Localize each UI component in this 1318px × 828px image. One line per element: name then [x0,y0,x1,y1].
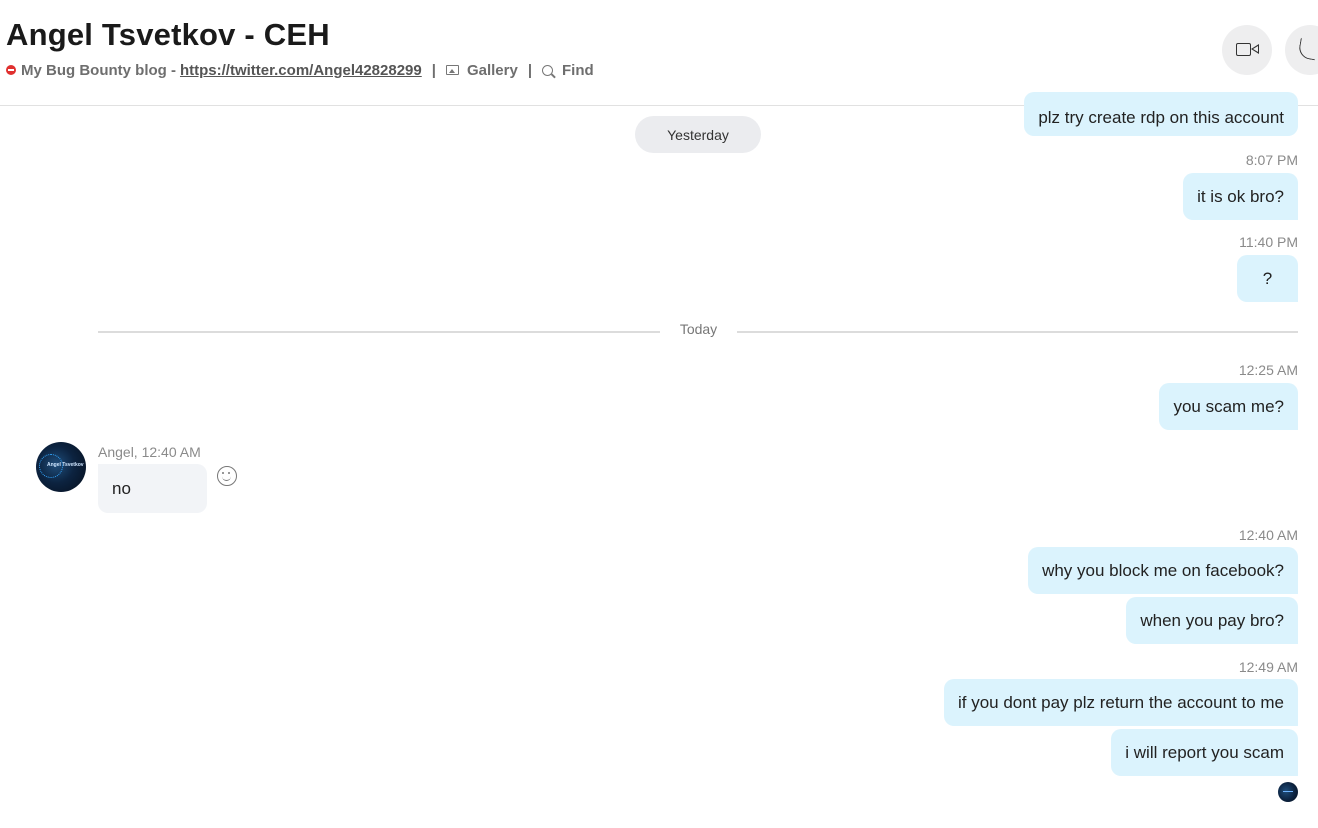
message-bubble-outgoing[interactable]: it is ok bro? [1183,173,1298,220]
contact-avatar[interactable]: Angel Tsvetkov [36,442,86,492]
read-receipt-avatar [1278,782,1298,802]
message-bubble-outgoing[interactable]: plz try create rdp on this account [1024,92,1298,136]
search-icon [542,64,554,76]
message-bubble-outgoing[interactable]: when you pay bro? [1126,597,1298,644]
mood-message-link[interactable]: https://twitter.com/Angel42828299 [180,62,422,79]
gallery-icon [445,65,459,75]
message-bubble-outgoing[interactable]: you scam me? [1159,383,1298,430]
divider-line [98,331,660,333]
message-bubble-outgoing[interactable]: i will report you scam [1111,729,1298,776]
sender-meta: Angel, 12:40 AM [98,444,201,460]
divider-line [737,331,1298,333]
add-reaction-smiley-icon[interactable] [217,466,237,486]
message-timestamp: 12:40 AM [1238,527,1298,543]
audio-call-button[interactable] [1285,25,1318,75]
gallery-link[interactable]: Gallery [467,62,518,79]
do-not-disturb-icon [6,65,16,75]
phone-icon [1297,37,1318,61]
date-divider-today: Today [98,321,1298,337]
message-bubble-outgoing[interactable]: ? [1237,255,1298,302]
find-link[interactable]: Find [562,62,594,79]
message-timestamp: 12:49 AM [1238,659,1298,675]
avatar-text: Angel Tsvetkov [47,462,84,468]
message-list[interactable]: plz try create rdp on this account Yeste… [0,92,1318,828]
video-camera-icon [1236,43,1251,56]
contact-name[interactable]: Angel Tsvetkov - CEH [6,17,330,53]
video-call-button[interactable] [1222,25,1272,75]
message-timestamp: 11:40 PM [1239,234,1298,250]
date-divider-label: Today [679,321,718,337]
message-bubble-outgoing[interactable]: if you dont pay plz return the account t… [943,679,1298,726]
contact-subline: My Bug Bounty blog - https://twitter.com… [6,61,594,79]
separator: | [431,61,436,79]
message-bubble-incoming[interactable]: no [98,464,207,513]
video-camera-lens-icon [1251,44,1259,54]
chat-header: Angel Tsvetkov - CEH My Bug Bounty blog … [0,0,1318,106]
mood-message-prefix: My Bug Bounty blog - [21,61,176,79]
message-timestamp: 12:25 AM [1238,362,1298,378]
separator: | [527,61,533,79]
date-pill-yesterday: Yesterday [635,116,761,153]
message-timestamp: 8:07 PM [1245,152,1298,168]
message-bubble-outgoing[interactable]: why you block me on facebook? [1028,547,1298,594]
